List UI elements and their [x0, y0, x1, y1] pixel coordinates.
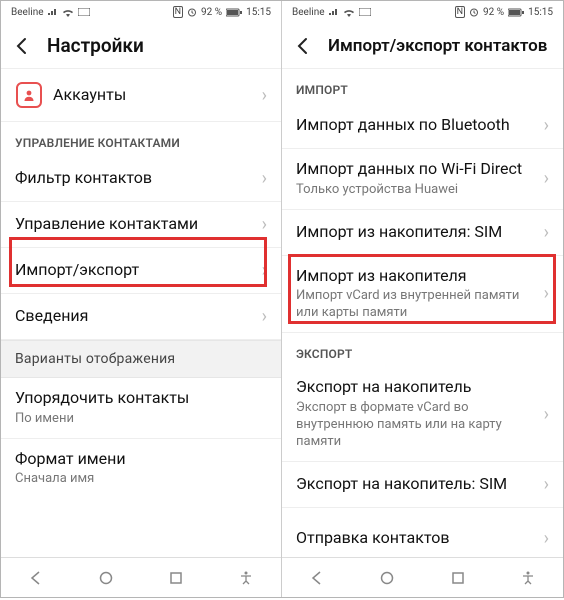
- row-name-format[interactable]: Формат имени Сначала имя: [1, 439, 281, 499]
- row-share-contacts[interactable]: Отправка контактов ›: [282, 508, 563, 557]
- carrier-label: Beeline: [11, 7, 44, 18]
- row-export-storage[interactable]: Экспорт на накопитель Экспорт в формате …: [282, 367, 563, 461]
- back-button[interactable]: [288, 31, 318, 61]
- phone-settings: Beeline N 92 % 15:15 Настройки: [1, 1, 282, 597]
- row-import-export[interactable]: Импорт/экспорт ›: [1, 248, 281, 294]
- share-label: Отправка контактов: [296, 528, 538, 549]
- battery-label: 92 %: [201, 7, 222, 18]
- wifi-icon: [343, 8, 355, 17]
- sim-import-label: Импорт из накопителя: SIM: [296, 222, 538, 243]
- manage-label: Управление контактами: [15, 214, 256, 235]
- section-manage-contacts: УПРАВЛЕНИЕ КОНТАКТАМИ: [1, 122, 281, 156]
- bt-label: Импорт данных по Bluetooth: [296, 115, 538, 136]
- chevron-right-icon: ›: [538, 115, 549, 136]
- filter-label: Фильтр контактов: [15, 168, 256, 189]
- chevron-right-icon: ›: [538, 222, 549, 243]
- chevron-right-icon: ›: [256, 260, 267, 281]
- section-export: ЭКСПОРТ: [282, 333, 563, 367]
- time-label: 15:15: [528, 7, 553, 18]
- row-import-storage[interactable]: Импорт из накопителя Импорт vCard из вну…: [282, 256, 563, 334]
- row-export-sim[interactable]: Экспорт на накопитель: SIM ›: [282, 462, 563, 508]
- sim-export-label: Экспорт на накопитель: SIM: [296, 474, 538, 495]
- storage-sub: Импорт vCard из внутренней памяти или ка…: [296, 288, 538, 322]
- section-display-options: Варианты отображения: [1, 340, 281, 378]
- nav-accessibility-button[interactable]: [512, 562, 544, 594]
- page-title: Импорт/экспорт контактов: [328, 36, 547, 56]
- page-title: Настройки: [47, 34, 144, 57]
- wifi-label: Импорт данных по Wi-Fi Direct: [296, 159, 538, 180]
- signal-icon: [329, 8, 339, 16]
- volte-icon: [359, 8, 371, 16]
- row-info[interactable]: Сведения ›: [1, 294, 281, 340]
- accounts-label: Аккаунты: [53, 85, 256, 106]
- row-filter-contacts[interactable]: Фильтр контактов ›: [1, 156, 281, 202]
- nfc-icon: N: [455, 6, 465, 18]
- nav-home-button[interactable]: [90, 562, 122, 594]
- nav-accessibility-button[interactable]: [230, 562, 262, 594]
- nav-bar: [1, 557, 281, 597]
- carrier-label: Beeline: [292, 7, 325, 18]
- row-import-bluetooth[interactable]: Импорт данных по Bluetooth ›: [282, 103, 563, 149]
- battery-label: 92 %: [483, 7, 504, 18]
- export-storage-sub: Экспорт в формате vCard во внутреннюю па…: [296, 400, 538, 451]
- time-label: 15:15: [246, 7, 271, 18]
- status-bar: Beeline N 92 % 15:15: [282, 1, 563, 23]
- header-bar: Импорт/экспорт контактов: [282, 23, 563, 69]
- nav-back-button[interactable]: [301, 562, 333, 594]
- accounts-icon: [16, 82, 42, 108]
- storage-label: Импорт из накопителя: [296, 266, 538, 287]
- volte-icon: [78, 8, 90, 16]
- nav-home-button[interactable]: [371, 562, 403, 594]
- row-manage-contacts[interactable]: Управление контактами ›: [1, 202, 281, 248]
- nfc-icon: N: [173, 6, 183, 18]
- chevron-right-icon: ›: [538, 404, 549, 425]
- nav-bar: [282, 557, 563, 597]
- alarm-icon: [187, 7, 197, 17]
- chevron-right-icon: ›: [256, 168, 267, 189]
- status-bar: Beeline N 92 % 15:15: [1, 1, 281, 23]
- back-button[interactable]: [7, 31, 37, 61]
- chevron-right-icon: ›: [256, 85, 267, 106]
- chevron-right-icon: ›: [538, 168, 549, 189]
- info-label: Сведения: [15, 306, 256, 327]
- row-import-sim[interactable]: Импорт из накопителя: SIM ›: [282, 210, 563, 256]
- sort-label: Упорядочить контакты: [15, 388, 267, 409]
- nav-recent-button[interactable]: [160, 562, 192, 594]
- content-area: ИМПОРТ Импорт данных по Bluetooth › Импо…: [282, 69, 563, 557]
- content-area: Аккаунты › УПРАВЛЕНИЕ КОНТАКТАМИ Фильтр …: [1, 69, 281, 557]
- name-format-label: Формат имени: [15, 449, 267, 470]
- chevron-right-icon: ›: [538, 528, 549, 549]
- export-storage-label: Экспорт на накопитель: [296, 377, 538, 398]
- wifi-icon: [62, 8, 74, 17]
- row-import-wifidirect[interactable]: Импорт данных по Wi-Fi Direct Только уст…: [282, 149, 563, 210]
- chevron-right-icon: ›: [256, 306, 267, 327]
- section-import: ИМПОРТ: [282, 69, 563, 103]
- header-bar: Настройки: [1, 23, 281, 69]
- alarm-icon: [469, 7, 479, 17]
- chevron-right-icon: ›: [538, 283, 549, 304]
- row-accounts[interactable]: Аккаунты ›: [1, 69, 281, 122]
- signal-icon: [48, 8, 58, 16]
- nav-back-button[interactable]: [20, 562, 52, 594]
- import-export-label: Импорт/экспорт: [15, 260, 256, 281]
- name-format-sub: Сначала имя: [15, 471, 267, 488]
- chevron-right-icon: ›: [256, 214, 267, 235]
- phone-import-export: Beeline N 92 % 15:15 Импорт/экспорт конт…: [282, 1, 563, 597]
- chevron-right-icon: ›: [538, 474, 549, 495]
- wifi-sub: Только устройства Huawei: [296, 182, 538, 199]
- battery-icon: [226, 8, 242, 17]
- sort-sub: По имени: [15, 411, 267, 428]
- row-sort-contacts[interactable]: Упорядочить контакты По имени: [1, 378, 281, 439]
- battery-icon: [508, 8, 524, 17]
- nav-recent-button[interactable]: [442, 562, 474, 594]
